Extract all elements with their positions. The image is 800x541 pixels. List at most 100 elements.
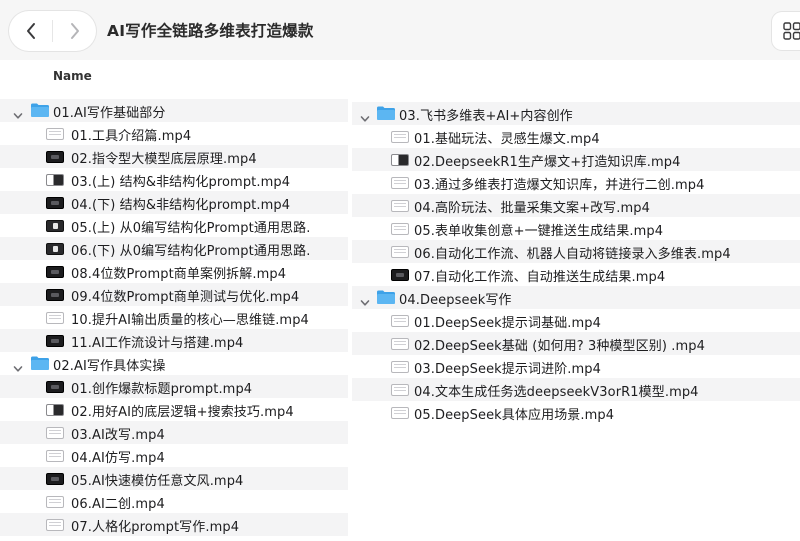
file-row[interactable]: 04.AI仿写.mp4 [0,444,348,467]
file-name: 01.基础玩法、灵感生爆文.mp4 [414,132,600,147]
file-row[interactable]: 07.人格化prompt写作.mp4 [0,513,348,536]
file-name: 09.4位数Prompt商单测试与优化.mp4 [71,290,300,305]
file-row[interactable]: 06.AI二创.mp4 [0,490,348,513]
file-row[interactable]: 05.表单收集创意+一键推送生成结果.mp4 [352,217,800,240]
file-name: 04.高阶玩法、批量采集文案+改写.mp4 [414,201,650,216]
file-name: 03.(上) 结构&非结构化prompt.mp4 [71,175,291,190]
video-file-icon [391,154,409,166]
chevron-right-icon [70,23,79,39]
file-row[interactable]: 02.DeepSeek基础 (如何用? 3种模型区别) .mp4 [352,332,800,355]
video-file-icon [46,496,64,508]
file-name: 04.(下) 结构&非结构化prompt.mp4 [71,198,291,213]
file-row[interactable]: 11.AI工作流设计与搭建.mp4 [0,329,348,352]
file-row[interactable]: 02.DeepseekR1生产爆文+打造知识库.mp4 [352,148,800,171]
file-name: 02.DeepseekR1生产爆文+打造知识库.mp4 [414,155,681,170]
folder-row[interactable]: 04.Deepseek写作 [352,286,800,309]
file-row[interactable]: 03.通过多维表打造爆文知识库，并进行二创.mp4 [352,171,800,194]
file-name: 03.AI改写.mp4 [71,428,165,443]
file-name: 01.创作爆款标题prompt.mp4 [71,382,253,397]
forward-button[interactable] [53,11,96,51]
file-row[interactable]: 01.创作爆款标题prompt.mp4 [0,375,348,398]
file-row[interactable]: 01.基础玩法、灵感生爆文.mp4 [352,125,800,148]
video-file-icon [391,315,409,327]
file-row[interactable]: 05.DeepSeek具体应用场景.mp4 [352,401,800,424]
video-file-icon [391,200,409,212]
file-row[interactable]: 02.指令型大模型底层原理.mp4 [0,145,348,168]
video-file-icon [46,128,64,140]
file-row[interactable]: 07.自动化工作流、自动推送生成结果.mp4 [352,263,800,286]
folder-icon [376,105,396,125]
file-row[interactable]: 06.自动化工作流、机器人自动将链接录入多维表.mp4 [352,240,800,263]
folder-row[interactable]: 02.AI写作具体实操 [0,352,348,375]
video-file-icon [46,381,64,393]
folder-name: 03.飞书多维表+AI+内容创作 [399,109,573,124]
file-name: 05.DeepSeek具体应用场景.mp4 [414,408,615,423]
chevron-left-icon [26,23,35,39]
video-file-icon [46,519,64,531]
file-name: 06.(下) 从0编写结构化Prompt通用思路. [71,244,311,259]
file-row[interactable]: 01.DeepSeek提示词基础.mp4 [352,309,800,332]
column-name-header[interactable]: Name [53,69,92,83]
folder-icon [376,289,396,309]
video-file-icon [46,335,64,347]
video-file-icon [46,266,64,278]
video-file-icon [46,174,64,186]
file-row[interactable]: 05.AI快速模仿任意文风.mp4 [0,467,348,490]
folder-name: 04.Deepseek写作 [399,293,512,308]
view-mode-button[interactable] [772,12,800,50]
folder-row[interactable]: 03.飞书多维表+AI+内容创作 [352,102,800,125]
disclosure-chevron-icon[interactable] [360,109,370,122]
file-name: 06.AI二创.mp4 [71,497,165,512]
navigation-group [9,11,96,51]
file-name: 06.自动化工作流、机器人自动将链接录入多维表.mp4 [414,247,731,262]
file-row[interactable]: 10.提升AI输出质量的核心—思维链.mp4 [0,306,348,329]
disclosure-chevron-icon[interactable] [360,293,370,306]
file-name: 11.AI工作流设计与搭建.mp4 [71,336,244,351]
disclosure-chevron-icon[interactable] [13,359,23,372]
file-name: 08.4位数Prompt商单案例拆解.mp4 [71,267,287,282]
video-file-icon [46,427,64,439]
file-name: 05.(上) 从0编写结构化Prompt通用思路. [71,221,311,236]
video-file-icon [391,407,409,419]
video-file-icon [391,384,409,396]
file-row[interactable]: 08.4位数Prompt商单案例拆解.mp4 [0,260,348,283]
video-file-icon [46,151,64,163]
video-file-icon [391,269,409,281]
file-row[interactable]: 05.(上) 从0编写结构化Prompt通用思路. [0,214,348,237]
video-file-icon [46,243,64,255]
file-row[interactable]: 03.AI改写.mp4 [0,421,348,444]
file-row[interactable]: 02.用好AI的底层逻辑+搜索技巧.mp4 [0,398,348,421]
window-title: AI写作全链路多维表打造爆款 [107,22,314,40]
file-name: 03.通过多维表打造爆文知识库，并进行二创.mp4 [414,178,705,193]
file-name: 02.DeepSeek基础 (如何用? 3种模型区别) .mp4 [414,339,705,354]
video-file-icon [46,404,64,416]
file-row[interactable]: 04.(下) 结构&非结构化prompt.mp4 [0,191,348,214]
file-row[interactable]: 04.高阶玩法、批量采集文案+改写.mp4 [352,194,800,217]
window-toolbar: AI写作全链路多维表打造爆款 [0,0,800,60]
video-file-icon [46,450,64,462]
video-file-icon [46,312,64,324]
file-row[interactable]: 04.文本生成任务选deepseekV3orR1模型.mp4 [352,378,800,401]
folder-name: 01.AI写作基础部分 [53,106,166,121]
folder-icon [30,355,50,375]
file-name: 03.DeepSeek提示词进阶.mp4 [414,362,602,377]
column-header: Name [0,60,800,92]
file-row[interactable]: 09.4位数Prompt商单测试与优化.mp4 [0,283,348,306]
video-file-icon [391,223,409,235]
video-file-icon [46,220,64,232]
folder-row[interactable]: 01.AI写作基础部分 [0,99,348,122]
folder-icon [30,102,50,122]
file-name: 05.表单收集创意+一键推送生成结果.mp4 [414,224,664,239]
video-file-icon [46,197,64,209]
file-name: 01.DeepSeek提示词基础.mp4 [414,316,602,331]
file-name: 05.AI快速模仿任意文风.mp4 [71,474,244,489]
file-row[interactable]: 03.(上) 结构&非结构化prompt.mp4 [0,168,348,191]
video-file-icon [391,246,409,258]
file-row[interactable]: 01.工具介绍篇.mp4 [0,122,348,145]
back-button[interactable] [9,11,52,51]
file-name: 10.提升AI输出质量的核心—思维链.mp4 [71,313,309,328]
disclosure-chevron-icon[interactable] [13,106,23,119]
file-row[interactable]: 06.(下) 从0编写结构化Prompt通用思路. [0,237,348,260]
file-row[interactable]: 03.DeepSeek提示词进阶.mp4 [352,355,800,378]
video-file-icon [391,131,409,143]
